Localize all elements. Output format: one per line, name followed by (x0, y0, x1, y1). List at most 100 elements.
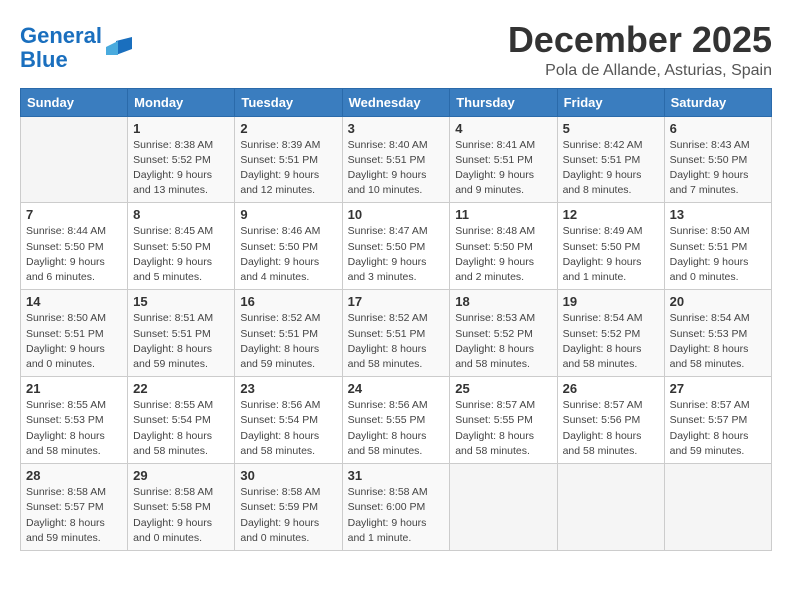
day-info: Sunrise: 8:58 AMSunset: 5:57 PMDaylight:… (26, 485, 122, 546)
day-number: 14 (26, 294, 122, 309)
day-number: 8 (133, 207, 229, 222)
weekday-header-saturday: Saturday (664, 88, 771, 116)
weekday-header-monday: Monday (128, 88, 235, 116)
calendar-cell: 28 Sunrise: 8:58 AMSunset: 5:57 PMDayligh… (21, 464, 128, 551)
page-header: General Blue December 2025 Pola de Allan… (20, 20, 772, 80)
calendar-cell: 25Sunrise: 8:57 AMSunset: 5:55 PMDayligh… (450, 377, 557, 464)
weekday-header-wednesday: Wednesday (342, 88, 450, 116)
calendar-cell (557, 464, 664, 551)
calendar-cell: 24Sunrise: 8:56 AMSunset: 5:55 PMDayligh… (342, 377, 450, 464)
day-info: Sunrise: 8:52 AMSunset: 5:51 PMDaylight:… (348, 311, 445, 372)
day-info: Sunrise: 8:58 AMSunset: 5:59 PMDaylight:… (240, 485, 336, 546)
day-info: Sunrise: 8:47 AMSunset: 5:50 PMDaylight:… (348, 224, 445, 285)
calendar-cell: 21 Sunrise: 8:55 AMSunset: 5:53 PMDayligh… (21, 377, 128, 464)
calendar-cell: 29 Sunrise: 8:58 AMSunset: 5:58 PMDayligh… (128, 464, 235, 551)
calendar-cell: 16 Sunrise: 8:52 AMSunset: 5:51 PMDayligh… (235, 290, 342, 377)
day-number: 2 (240, 121, 336, 136)
calendar-cell: 14 Sunrise: 8:50 AMSunset: 5:51 PMDayligh… (21, 290, 128, 377)
calendar-cell: 17 Sunrise: 8:52 AMSunset: 5:51 PMDayligh… (342, 290, 450, 377)
location: Pola de Allande, Asturias, Spain (508, 62, 772, 80)
day-info: Sunrise: 8:56 AMSunset: 5:54 PMDaylight:… (240, 398, 336, 459)
day-info: Sunrise: 8:51 AMSunset: 5:51 PMDaylight:… (133, 311, 229, 372)
calendar-cell: 4 Sunrise: 8:41 AMSunset: 5:51 PMDaylight… (450, 116, 557, 203)
calendar-table: SundayMondayTuesdayWednesdayThursdayFrid… (20, 88, 772, 551)
day-number: 28 (26, 468, 122, 483)
day-number: 15 (133, 294, 229, 309)
weekday-header-row: SundayMondayTuesdayWednesdayThursdayFrid… (21, 88, 772, 116)
logo: General Blue (20, 24, 134, 72)
day-info: Sunrise: 8:38 AMSunset: 5:52 PMDaylight:… (133, 138, 229, 199)
day-number: 11 (455, 207, 551, 222)
weekday-header-thursday: Thursday (450, 88, 557, 116)
day-info: Sunrise: 8:55 AMSunset: 5:53 PMDaylight:… (26, 398, 122, 459)
day-number: 12 (563, 207, 659, 222)
day-number: 30 (240, 468, 336, 483)
day-number: 19 (563, 294, 659, 309)
day-number: 3 (348, 121, 445, 136)
day-number: 27 (670, 381, 766, 396)
day-info: Sunrise: 8:58 AMSunset: 5:58 PMDaylight:… (133, 485, 229, 546)
calendar-cell (450, 464, 557, 551)
calendar-body: 1Sunrise: 8:38 AMSunset: 5:52 PMDaylight… (21, 116, 772, 550)
calendar-cell: 15 Sunrise: 8:51 AMSunset: 5:51 PMDayligh… (128, 290, 235, 377)
day-number: 9 (240, 207, 336, 222)
calendar-cell: 3Sunrise: 8:40 AMSunset: 5:51 PMDaylight… (342, 116, 450, 203)
calendar-cell (664, 464, 771, 551)
day-number: 5 (563, 121, 659, 136)
day-info: Sunrise: 8:46 AMSunset: 5:50 PMDaylight:… (240, 224, 336, 285)
day-info: Sunrise: 8:42 AMSunset: 5:51 PMDaylight:… (563, 138, 659, 199)
calendar-cell: 7 Sunrise: 8:44 AMSunset: 5:50 PMDaylight… (21, 203, 128, 290)
calendar-cell: 8 Sunrise: 8:45 AMSunset: 5:50 PMDaylight… (128, 203, 235, 290)
title-block: December 2025 Pola de Allande, Asturias,… (508, 20, 772, 80)
calendar-cell: 31 Sunrise: 8:58 AMSunset: 6:00 PMDayligh… (342, 464, 450, 551)
calendar-week-3: 14 Sunrise: 8:50 AMSunset: 5:51 PMDayligh… (21, 290, 772, 377)
day-number: 17 (348, 294, 445, 309)
day-info: Sunrise: 8:57 AMSunset: 5:56 PMDaylight:… (563, 398, 659, 459)
calendar-cell: 18Sunrise: 8:53 AMSunset: 5:52 PMDayligh… (450, 290, 557, 377)
calendar-cell: 5 Sunrise: 8:42 AMSunset: 5:51 PMDaylight… (557, 116, 664, 203)
day-info: Sunrise: 8:58 AMSunset: 6:00 PMDaylight:… (348, 485, 445, 546)
day-info: Sunrise: 8:43 AMSunset: 5:50 PMDaylight:… (670, 138, 766, 199)
month-title: December 2025 (508, 20, 772, 60)
calendar-cell: 19 Sunrise: 8:54 AMSunset: 5:52 PMDayligh… (557, 290, 664, 377)
day-info: Sunrise: 8:50 AMSunset: 5:51 PMDaylight:… (26, 311, 122, 372)
logo-blue: Blue (20, 47, 68, 72)
logo-icon (104, 33, 134, 63)
calendar-cell: 30 Sunrise: 8:58 AMSunset: 5:59 PMDayligh… (235, 464, 342, 551)
day-number: 13 (670, 207, 766, 222)
logo-general: General (20, 23, 102, 48)
day-info: Sunrise: 8:54 AMSunset: 5:52 PMDaylight:… (563, 311, 659, 372)
day-info: Sunrise: 8:44 AMSunset: 5:50 PMDaylight:… (26, 224, 122, 285)
calendar-cell: 22 Sunrise: 8:55 AMSunset: 5:54 PMDayligh… (128, 377, 235, 464)
calendar-cell: 9 Sunrise: 8:46 AMSunset: 5:50 PMDaylight… (235, 203, 342, 290)
day-number: 29 (133, 468, 229, 483)
calendar-cell: 2Sunrise: 8:39 AMSunset: 5:51 PMDaylight… (235, 116, 342, 203)
calendar-cell: 23 Sunrise: 8:56 AMSunset: 5:54 PMDayligh… (235, 377, 342, 464)
day-number: 18 (455, 294, 551, 309)
calendar-cell: 20 Sunrise: 8:54 AMSunset: 5:53 PMDayligh… (664, 290, 771, 377)
weekday-header-tuesday: Tuesday (235, 88, 342, 116)
day-info: Sunrise: 8:56 AMSunset: 5:55 PMDaylight:… (348, 398, 445, 459)
day-info: Sunrise: 8:54 AMSunset: 5:53 PMDaylight:… (670, 311, 766, 372)
day-info: Sunrise: 8:48 AMSunset: 5:50 PMDaylight:… (455, 224, 551, 285)
calendar-cell: 27 Sunrise: 8:57 AMSunset: 5:57 PMDayligh… (664, 377, 771, 464)
day-number: 20 (670, 294, 766, 309)
day-info: Sunrise: 8:55 AMSunset: 5:54 PMDaylight:… (133, 398, 229, 459)
day-info: Sunrise: 8:52 AMSunset: 5:51 PMDaylight:… (240, 311, 336, 372)
day-info: Sunrise: 8:57 AMSunset: 5:57 PMDaylight:… (670, 398, 766, 459)
calendar-week-1: 1Sunrise: 8:38 AMSunset: 5:52 PMDaylight… (21, 116, 772, 203)
day-number: 25 (455, 381, 551, 396)
day-info: Sunrise: 8:41 AMSunset: 5:51 PMDaylight:… (455, 138, 551, 199)
day-number: 23 (240, 381, 336, 396)
day-number: 7 (26, 207, 122, 222)
day-number: 10 (348, 207, 445, 222)
calendar-cell: 11 Sunrise: 8:48 AMSunset: 5:50 PMDayligh… (450, 203, 557, 290)
calendar-cell: 1Sunrise: 8:38 AMSunset: 5:52 PMDaylight… (128, 116, 235, 203)
day-number: 21 (26, 381, 122, 396)
day-number: 16 (240, 294, 336, 309)
day-number: 26 (563, 381, 659, 396)
day-number: 22 (133, 381, 229, 396)
day-number: 31 (348, 468, 445, 483)
day-number: 4 (455, 121, 551, 136)
day-info: Sunrise: 8:45 AMSunset: 5:50 PMDaylight:… (133, 224, 229, 285)
